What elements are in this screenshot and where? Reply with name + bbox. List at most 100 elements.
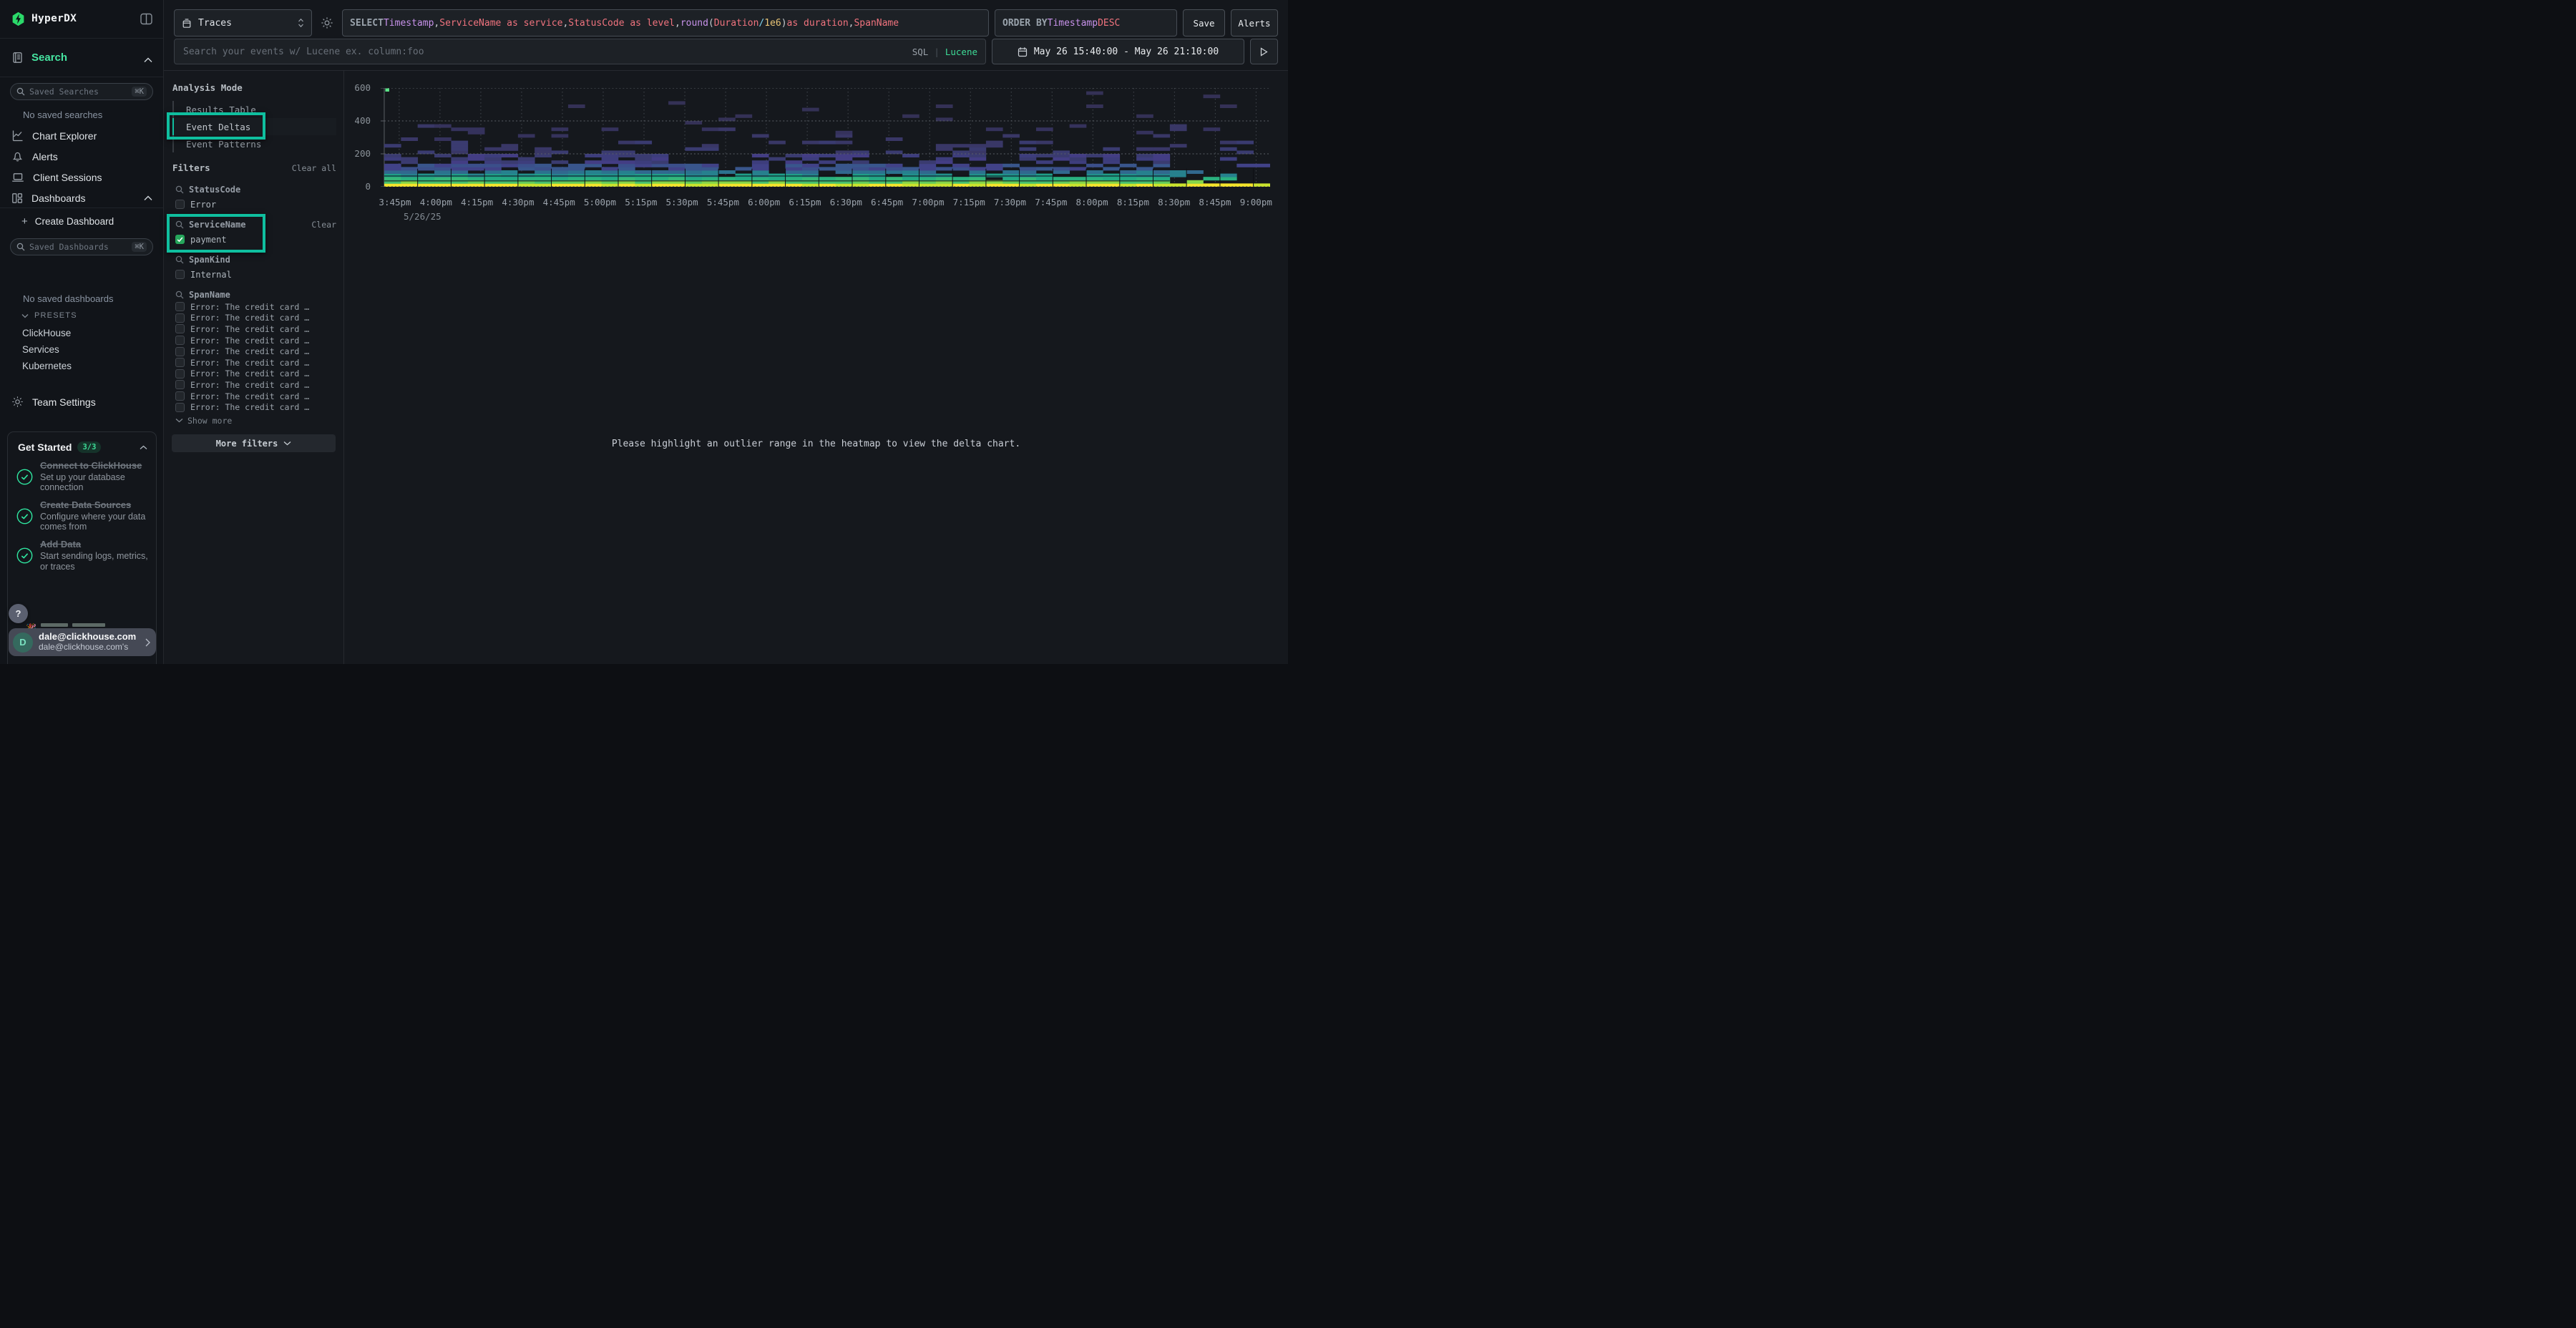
facet-option[interactable]: Error: The credit card … [175,380,336,390]
checkbox-icon[interactable] [175,302,185,311]
facet-servicename: ServiceNameClearpayment [175,218,336,245]
user-profile-button[interactable]: D dale@clickhouse.com dale@clickhouse.co… [9,628,156,656]
saved-searches-input[interactable]: ⌘K [10,83,153,100]
facet-option[interactable]: Error: The credit card … [175,391,336,401]
facet-option-label: Error: The credit card … [190,302,309,312]
facet-option-label: Error: The credit card … [190,336,309,346]
clear-all-filters-link[interactable]: Clear all [292,163,336,173]
checkbox-icon[interactable] [175,347,185,356]
save-button[interactable]: Save [1183,9,1225,36]
y-tick-label: 0 [344,181,371,192]
presets-toggle[interactable]: PRESETS [21,311,77,320]
get-started-step[interactable]: Connect to ClickHouseSet up your databas… [16,460,150,493]
checkbox-icon[interactable] [175,403,185,412]
chevron-up-icon[interactable] [144,54,152,67]
toggle-sql[interactable]: SQL [912,47,929,57]
sidebar-collapse-icon[interactable] [140,12,153,29]
x-tick-label: 9:00pm [1231,197,1281,208]
x-axis-date-label: 5/26/25 [404,211,441,222]
duration-heatmap[interactable] [380,88,1270,187]
alerts-button[interactable]: Alerts [1231,9,1278,36]
facet-header-spankind: SpanKind [175,253,336,265]
facet-name: StatusCode [189,185,240,195]
checkbox-icon[interactable] [175,391,185,401]
source-settings-button[interactable] [318,9,336,36]
analysis-mode-event-patterns[interactable]: Event Patterns [172,135,336,152]
facet-option[interactable]: Error: The credit card … [175,302,336,312]
saved-dashboards-field[interactable] [29,242,127,252]
saved-searches-field[interactable] [29,87,127,97]
saved-dashboards-input[interactable]: ⌘K [10,238,153,255]
checkbox-icon[interactable] [175,336,185,345]
source-select[interactable]: Traces [174,9,312,36]
facet-option[interactable]: Error: The credit card … [175,402,336,412]
run-query-button[interactable] [1250,39,1278,64]
get-started-progress-badge: 3/3 [77,441,101,453]
main-area: 0200400600 3:45pm4:00pm4:15pm4:30pm4:45p… [344,71,1288,664]
get-started-step[interactable]: Add DataStart sending logs, metrics, or … [16,539,150,572]
sidebar-item-search[interactable]: Search [0,39,163,77]
create-dashboard-button[interactable]: + Create Dashboard [21,215,114,228]
facet-option[interactable]: Error [175,199,336,210]
analysis-mode-results-table[interactable]: Results Table [172,101,336,118]
facet-option-label: Error: The credit card … [190,324,309,334]
sql-select-editor[interactable]: SELECT Timestamp, ServiceName as service… [342,9,989,36]
facet-spankind: SpanKind Internal [175,253,336,280]
checkbox-checked-icon[interactable] [175,235,185,244]
get-started-step[interactable]: Create Data SourcesConfigure where your … [16,499,150,532]
facet-option[interactable]: Error: The credit card … [175,324,336,334]
more-filters-button[interactable]: More filters [172,434,336,452]
filters-panel: Analysis Mode Results TableEvent DeltasE… [164,71,344,664]
facet-option[interactable]: Internal [175,269,336,280]
event-search-input[interactable] [174,39,986,64]
help-button[interactable]: ? [9,604,28,623]
facet-option[interactable]: Error: The credit card … [175,358,336,368]
facet-option[interactable]: Error: The credit card … [175,369,336,379]
analysis-mode-event-deltas[interactable]: Event Deltas [172,118,336,135]
show-more-link[interactable]: Show more [175,416,336,426]
chevron-up-icon[interactable] [140,445,147,450]
filters-heading: Filters [172,162,210,173]
sidebar-item-label: Client Sessions [33,172,102,183]
presets-label: PRESETS [34,311,77,320]
search-icon[interactable] [175,255,184,264]
facet-option-label: Error: The credit card … [190,380,309,390]
y-tick-label: 400 [344,115,371,126]
facet-option[interactable]: Error: The credit card … [175,346,336,356]
checkbox-icon[interactable] [175,324,185,333]
facet-spanname: SpanNameError: The credit card …Error: T… [175,288,336,426]
hidden-onboarding-step: 🎉 [26,623,105,628]
search-icon[interactable] [175,290,184,299]
sidebar-item-client-sessions[interactable]: Client Sessions [0,167,163,187]
facet-clear-link[interactable]: Clear [311,220,336,230]
sql-token: ) [781,18,787,29]
facet-option[interactable]: Error: The credit card … [175,313,336,323]
sidebar-item-dashboards[interactable]: Dashboards [0,187,163,208]
chevron-down-icon [283,441,291,446]
event-search-wrap: SQL | Lucene [174,39,986,64]
analysis-mode-list: Results TableEvent DeltasEvent Patterns [172,101,336,152]
facet-option[interactable]: payment [175,234,336,245]
sidebar-item-team-settings[interactable]: Team Settings [11,396,96,408]
checkbox-icon[interactable] [175,200,185,209]
preset-item-kubernetes[interactable]: Kubernetes [22,361,72,371]
checkbox-icon[interactable] [175,313,185,323]
checkbox-icon[interactable] [175,369,185,379]
toggle-lucene[interactable]: Lucene [945,47,977,57]
checkbox-icon[interactable] [175,380,185,389]
get-started-step-title: Create Data Sources [40,499,150,511]
sidebar-item-alerts[interactable]: Alerts [0,146,163,167]
facet-name: SpanKind [189,255,230,265]
show-more-label: Show more [187,416,232,426]
preset-item-clickhouse[interactable]: ClickHouse [22,328,71,338]
facet-option[interactable]: Error: The credit card … [175,336,336,346]
date-range-picker[interactable]: May 26 15:40:00 - May 26 21:10:00 [992,39,1244,64]
checkbox-icon[interactable] [175,270,185,279]
sidebar-item-chart-explorer[interactable]: Chart Explorer [0,125,163,146]
search-icon[interactable] [175,220,184,229]
notebook-icon [11,52,24,67]
preset-item-services[interactable]: Services [22,344,59,355]
search-icon[interactable] [175,185,184,194]
checkbox-icon[interactable] [175,358,185,367]
sql-orderby-editor[interactable]: ORDER BY Timestamp DESC [995,9,1177,36]
